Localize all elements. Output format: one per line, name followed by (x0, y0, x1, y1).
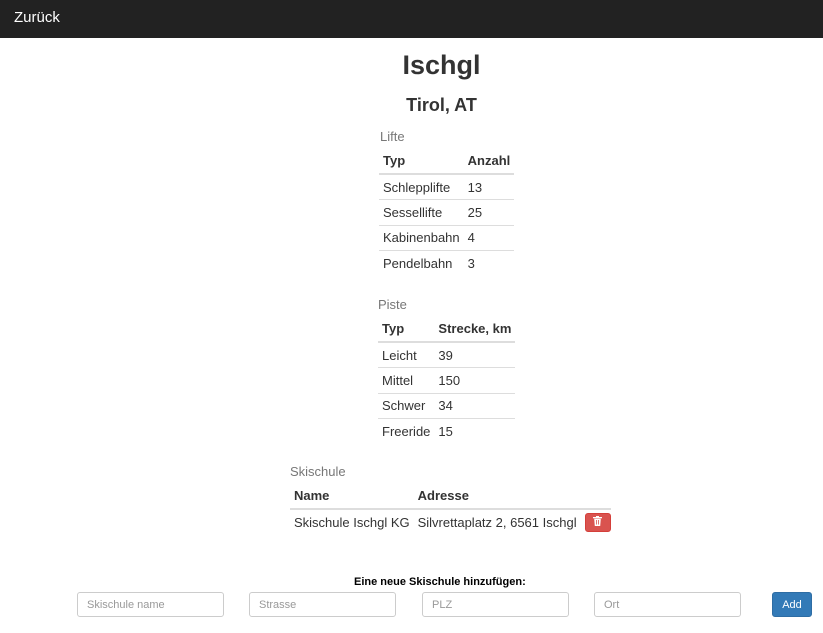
table-header-row: Typ Strecke, km (378, 316, 516, 343)
piste-length: 15 (434, 418, 516, 444)
lift-count: 4 (463, 224, 515, 251)
table-row: Schwer 34 (378, 392, 516, 419)
strasse-input[interactable] (249, 592, 396, 617)
table-row: Pendelbahn 3 (379, 250, 515, 276)
piste-caption: Piste (378, 297, 407, 312)
navbar: Zurück (0, 0, 823, 38)
add-button[interactable]: Add (772, 592, 812, 617)
lift-count: 13 (467, 179, 483, 195)
lift-type: Pendelbahn (379, 250, 464, 276)
column-header: Anzahl (463, 148, 515, 175)
ort-input[interactable] (594, 592, 741, 617)
lift-count: 3 (463, 250, 515, 276)
column-header: Typ (379, 148, 464, 175)
skischule-name-input[interactable] (77, 592, 224, 617)
table-row: Skischule Ischgl KG Silvrettaplatz 2, 65… (290, 509, 611, 535)
add-form-title: Eine neue Skischule hinzufügen: (354, 576, 526, 588)
lift-type: Kabinenbahn (379, 224, 464, 251)
lift-count: 25 (463, 199, 515, 225)
column-header: Typ (378, 316, 435, 343)
table-row: Schlepplifte 13 (379, 174, 514, 200)
piste-length: 34 (434, 392, 516, 419)
trash-icon (593, 515, 603, 526)
skischule-name: Skischule Ischgl KG (294, 514, 410, 530)
table-header-row: Typ Anzahl (379, 148, 515, 175)
table-row: Sessellifte 25 (379, 199, 515, 225)
resort-region: Tirol, AT (406, 95, 477, 115)
table-row: Kabinenbahn 4 (379, 224, 515, 251)
resort-name: Ischgl (402, 50, 481, 80)
skischule-address: Silvrettaplatz 2, 6561 Ischgl (417, 514, 577, 530)
table-header-row: Name Adresse (290, 483, 611, 510)
piste-table: Typ Strecke, km Leicht 39 Mittel 150 Sch… (378, 316, 516, 444)
lifte-caption: Lifte (380, 129, 405, 144)
piste-type: Freeride (378, 418, 435, 444)
plz-input[interactable] (422, 592, 569, 617)
piste-type: Schwer (378, 392, 435, 419)
row-actions (581, 509, 611, 535)
column-header: Strecke, km (434, 316, 516, 343)
skischule-caption: Skischule (290, 464, 346, 479)
table-row: Mittel 150 (378, 367, 516, 393)
skischule-table: Name Adresse Skischule Ischgl KG Silvret… (290, 483, 611, 535)
lifte-table: Typ Anzahl Schlepplifte 13 Sessellifte 2… (379, 148, 515, 276)
lift-type: Schlepplifte (383, 179, 451, 195)
piste-length: 39 (438, 347, 453, 363)
lift-type: Sessellifte (379, 199, 464, 225)
table-row: Leicht 39 (378, 342, 515, 368)
delete-button[interactable] (584, 512, 611, 532)
piste-type: Mittel (378, 367, 435, 393)
table-row: Freeride 15 (378, 418, 516, 444)
column-header: Adresse (413, 483, 581, 510)
back-link[interactable]: Zurück (14, 9, 60, 26)
column-header: Name (290, 483, 414, 510)
column-header-actions (580, 483, 611, 510)
piste-type: Leicht (382, 347, 417, 363)
piste-length: 150 (434, 367, 516, 393)
